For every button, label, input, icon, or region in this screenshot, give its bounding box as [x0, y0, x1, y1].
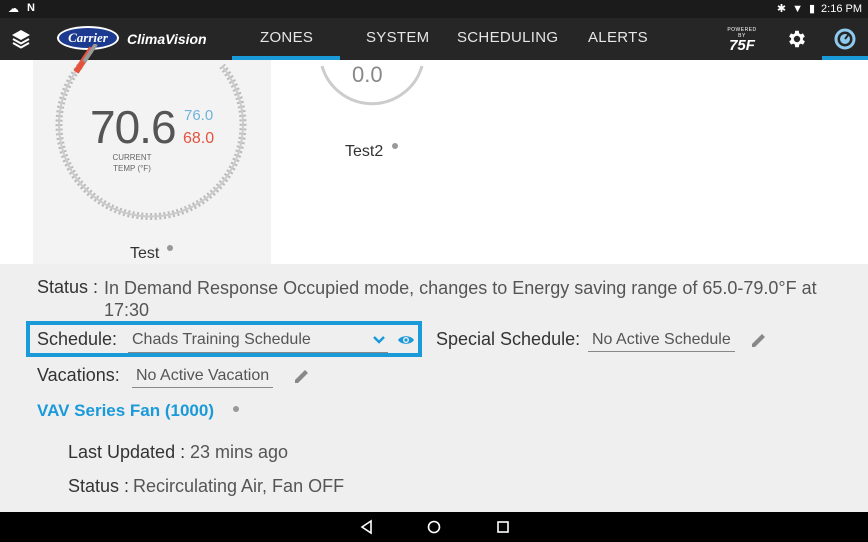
eye-icon[interactable]: [397, 331, 415, 349]
clock-text: 2:16 PM: [821, 2, 862, 15]
equipment-status-value: Recirculating Air, Fan OFF: [133, 476, 345, 496]
special-schedule-field[interactable]: No Active Schedule: [588, 331, 735, 352]
android-status-bar: ☁ N ✱ ▼ ▮ 2:16 PM: [0, 0, 868, 18]
edit-special-schedule-icon[interactable]: [750, 331, 768, 349]
last-updated-value: 23 mins ago: [190, 442, 289, 462]
wifi-icon: ▼: [792, 2, 803, 15]
tab-alerts[interactable]: ALERTS: [588, 29, 648, 46]
status-label: Status :: [37, 277, 99, 297]
schedule-dropdown-value: Chads Training Schedule: [132, 331, 311, 348]
vacations-field[interactable]: No Active Vacation: [132, 367, 274, 388]
equipment-status-dot: [233, 406, 239, 412]
powered-by-75f-logo: POWERED BY 75F: [727, 27, 757, 54]
zone-status-dot-test2: [392, 143, 398, 149]
schedule-dropdown[interactable]: Chads Training Schedule: [128, 329, 388, 353]
battery-icon: ▮: [808, 3, 816, 15]
zone-name-test: Test: [130, 245, 160, 262]
current-temperature-test2: 0.0: [352, 62, 383, 87]
android-nav-bar: [0, 512, 868, 542]
chevron-down-icon[interactable]: [372, 333, 386, 347]
tab-system[interactable]: SYSTEM: [366, 29, 429, 46]
current-temp-label: CURRENT TEMP (°F): [112, 153, 152, 173]
special-schedule-label: Special Schedule:: [436, 329, 581, 349]
last-updated-label: Last Updated :: [68, 442, 186, 462]
status-text: In Demand Response Occupied mode, change…: [104, 278, 817, 320]
zone-status-dot: [167, 245, 173, 251]
bluetooth-icon: ✱: [776, 3, 787, 15]
heating-setpoint: 68.0: [183, 130, 215, 147]
equipment-link[interactable]: VAV Series Fan (1000): [37, 401, 214, 421]
zone-name-test2[interactable]: Test2: [345, 143, 383, 161]
cloud-off-icon: ☁: [8, 3, 19, 15]
tab-scheduling[interactable]: SCHEDULING: [457, 29, 558, 46]
back-icon[interactable]: [359, 519, 375, 535]
edit-vacations-icon[interactable]: [293, 367, 311, 385]
current-temperature: 70.6: [90, 101, 177, 153]
home-icon[interactable]: [426, 519, 442, 535]
schedule-label: Schedule:: [37, 329, 118, 349]
cooling-setpoint: 76.0: [184, 107, 214, 124]
recents-icon[interactable]: [495, 519, 511, 535]
dashboard-gauge-icon[interactable]: [834, 28, 856, 50]
vacations-label: Vacations:: [37, 365, 120, 385]
equipment-status-label: Status :: [68, 476, 130, 496]
gear-icon[interactable]: [786, 28, 808, 50]
tab-zones[interactable]: ZONES: [260, 29, 313, 46]
notification-n-icon: N: [27, 2, 35, 14]
layers-icon[interactable]: [10, 28, 32, 50]
